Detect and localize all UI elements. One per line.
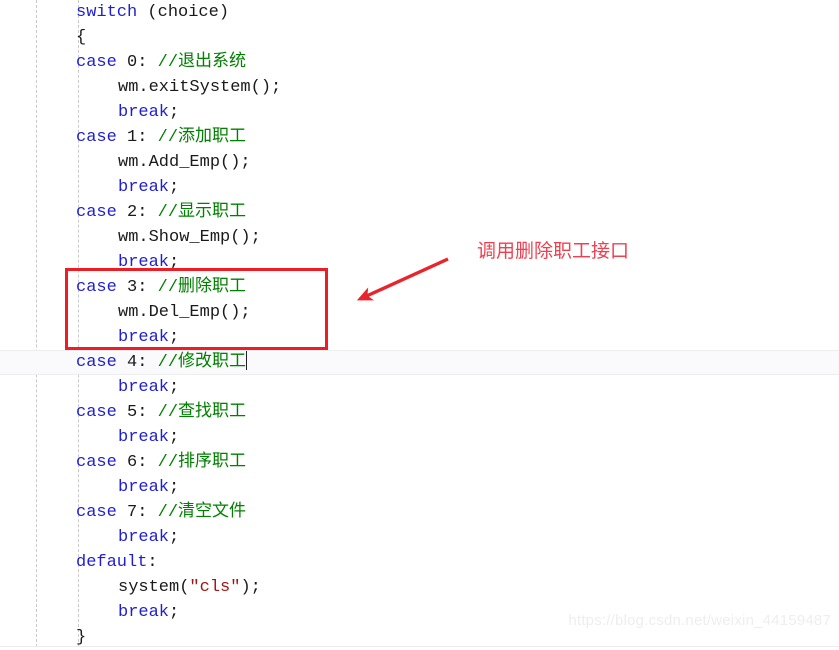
code-line[interactable]: break; — [0, 100, 839, 125]
code-token-kw: default — [76, 553, 148, 572]
code-line[interactable]: switch (choice) — [0, 0, 839, 25]
code-token-num: 7: — [116, 503, 158, 522]
code-token-cmt: //修改职工 — [157, 353, 247, 372]
watermark-text: https://blog.csdn.net/weixin_44159487 — [568, 612, 831, 629]
code-token-fn: ); — [240, 578, 261, 597]
code-line[interactable]: break; — [0, 475, 839, 500]
code-token-kw: break — [118, 528, 170, 547]
code-token-kw: break — [118, 103, 170, 122]
code-token-kw: case — [76, 353, 117, 372]
code-token-kw: break — [118, 428, 170, 447]
code-token-punc: ; — [169, 603, 180, 622]
code-token-cmt: //清空文件 — [157, 503, 247, 522]
code-token-cmt: //退出系统 — [157, 53, 247, 72]
code-token-kw: case — [76, 503, 117, 522]
code-token-punc: } — [76, 628, 87, 647]
code-token-fn: wm.exitSystem(); — [118, 78, 282, 97]
code-token-punc: ; — [169, 328, 180, 347]
code-line[interactable]: case 4: //修改职工 — [0, 350, 839, 375]
code-token-kw: break — [118, 328, 170, 347]
code-line[interactable]: case 1: //添加职工 — [0, 125, 839, 150]
code-token-fn: wm.Del_Emp(); — [118, 303, 251, 322]
code-token-fn: wm.Add_Emp(); — [118, 153, 251, 172]
code-token-cmt: //排序职工 — [157, 453, 247, 472]
code-token-num: 1: — [116, 128, 158, 147]
code-token-punc: ; — [169, 178, 180, 197]
code-token-punc: ; — [169, 103, 180, 122]
annotation-label: 调用删除职工接口 — [477, 241, 630, 262]
code-token-punc: ; — [169, 478, 180, 497]
code-line[interactable]: break; — [0, 375, 839, 400]
code-token-cmt: //删除职工 — [157, 278, 247, 297]
code-token-punc: ; — [169, 378, 180, 397]
code-text-area[interactable]: switch (choice) { case 0: //退出系统 wm.exitSys… — [0, 0, 839, 650]
code-line[interactable]: wm.exitSystem(); — [0, 75, 839, 100]
code-line[interactable]: break; — [0, 250, 839, 275]
code-token-cmt: //添加职工 — [157, 128, 247, 147]
text-cursor — [246, 351, 248, 370]
code-token-num: 6: — [116, 453, 158, 472]
code-token-punc: { — [76, 28, 87, 47]
code-line[interactable]: case 7: //清空文件 — [0, 500, 839, 525]
code-line[interactable]: case 6: //排序职工 — [0, 450, 839, 475]
code-line[interactable]: break; — [0, 325, 839, 350]
code-line[interactable]: wm.Del_Emp(); — [0, 300, 839, 325]
code-line[interactable]: break; — [0, 175, 839, 200]
code-token-kw: break — [118, 178, 170, 197]
code-token-kw: case — [76, 203, 117, 222]
code-token-num: 3: — [116, 278, 158, 297]
code-line[interactable]: break; — [0, 525, 839, 550]
code-token-punc: (choice) — [137, 3, 230, 22]
code-editor-viewport[interactable]: switch (choice) { case 0: //退出系统 wm.exitSys… — [0, 0, 839, 647]
code-token-cmt: //显示职工 — [157, 203, 247, 222]
code-token-fn: wm.Show_Emp(); — [118, 228, 261, 247]
code-line[interactable]: { — [0, 25, 839, 50]
code-line[interactable]: case 0: //退出系统 — [0, 50, 839, 75]
code-line[interactable]: system("cls"); — [0, 575, 839, 600]
code-token-punc: ; — [169, 253, 180, 272]
code-token-punc: : — [147, 553, 158, 572]
code-line[interactable]: case 3: //删除职工 — [0, 275, 839, 300]
code-token-kw: break — [118, 253, 170, 272]
code-token-kw: break — [118, 378, 170, 397]
code-token-num: 0: — [116, 53, 158, 72]
code-token-num: 5: — [116, 403, 158, 422]
code-line[interactable]: wm.Add_Emp(); — [0, 150, 839, 175]
code-token-kw: case — [76, 53, 117, 72]
code-token-kw: case — [76, 403, 117, 422]
code-line[interactable]: case 2: //显示职工 — [0, 200, 839, 225]
code-token-num: 4: — [116, 353, 158, 372]
code-token-str: "cls" — [189, 578, 241, 597]
code-token-kw: case — [76, 128, 117, 147]
code-token-kw: case — [76, 278, 117, 297]
code-token-kw: break — [118, 603, 170, 622]
code-line[interactable]: wm.Show_Emp(); — [0, 225, 839, 250]
code-token-punc: ; — [169, 428, 180, 447]
code-token-num: 2: — [116, 203, 158, 222]
code-token-kw: switch — [76, 3, 138, 22]
code-line[interactable]: break; — [0, 425, 839, 450]
code-token-kw: case — [76, 453, 117, 472]
code-line[interactable]: default: — [0, 550, 839, 575]
code-token-fn: system( — [118, 578, 190, 597]
code-line[interactable]: case 5: //查找职工 — [0, 400, 839, 425]
code-token-kw: break — [118, 478, 170, 497]
code-token-cmt: //查找职工 — [157, 403, 247, 422]
code-token-punc: ; — [169, 528, 180, 547]
